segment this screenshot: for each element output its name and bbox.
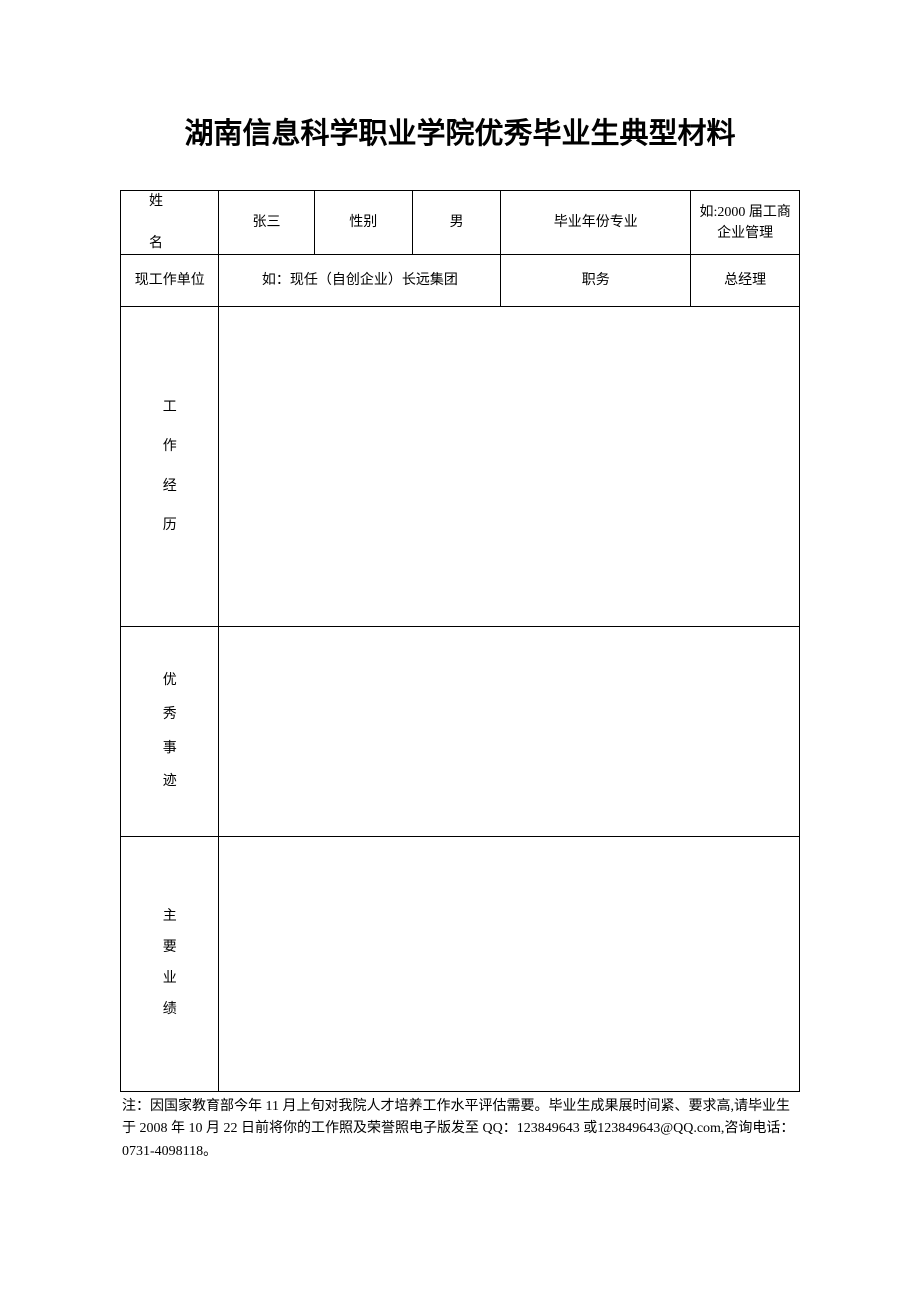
value-deeds [219, 627, 800, 837]
char: 经 [121, 467, 218, 506]
value-gradyear: 如:2000 届工商企业管理 [691, 191, 800, 255]
label-name-b: 名 [149, 236, 163, 251]
char: 作 [121, 427, 218, 466]
label-achievements: 主 要 业 绩 [121, 837, 219, 1092]
char: 绩 [121, 995, 218, 1026]
char: 迹 [121, 765, 218, 799]
char: 优 [121, 664, 218, 698]
value-position: 总经理 [691, 255, 800, 307]
form-table: 姓名 张三 性别 男 毕业年份专业 如:2000 届工商企业管理 现工作单位 如… [120, 190, 800, 1092]
label-gender: 性别 [314, 191, 412, 255]
label-name: 姓名 [121, 191, 219, 255]
char: 主 [121, 902, 218, 933]
row-deeds: 优 秀 事 迹 [121, 627, 800, 837]
char: 业 [121, 964, 218, 995]
label-name-a: 姓 [149, 194, 163, 209]
value-gender: 男 [412, 191, 500, 255]
char: 工 [121, 388, 218, 427]
row-work-experience: 工 作 经 历 [121, 307, 800, 627]
label-work-experience: 工 作 经 历 [121, 307, 219, 627]
char: 要 [121, 933, 218, 964]
value-name: 张三 [219, 191, 314, 255]
label-position: 职务 [501, 255, 691, 307]
label-deeds: 优 秀 事 迹 [121, 627, 219, 837]
label-workunit: 现工作单位 [121, 255, 219, 307]
label-gradyear: 毕业年份专业 [501, 191, 691, 255]
char: 历 [121, 506, 218, 545]
char: 秀 [121, 698, 218, 732]
value-workunit: 如：现任（自创企业）长远集团 [219, 255, 501, 307]
value-work-experience [219, 307, 800, 627]
footnote: 注：因国家教育部今年 11 月上旬对我院人才培养工作水平评估需要。毕业生成果展时… [120, 1096, 800, 1163]
row-name: 姓名 张三 性别 男 毕业年份专业 如:2000 届工商企业管理 [121, 191, 800, 255]
char: 事 [121, 732, 218, 766]
value-achievements [219, 837, 800, 1092]
row-workunit: 现工作单位 如：现任（自创企业）长远集团 职务 总经理 [121, 255, 800, 307]
row-achievements: 主 要 业 绩 [121, 837, 800, 1092]
page-title: 湖南信息科学职业学院优秀毕业生典型材料 [120, 110, 800, 152]
